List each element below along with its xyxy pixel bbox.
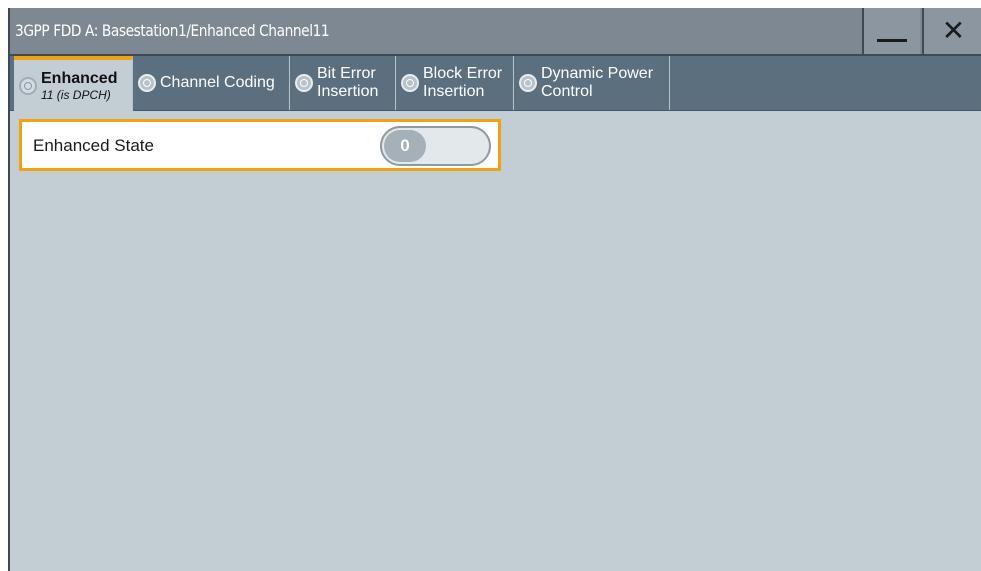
tab-dynamic-power-control[interactable]: Dynamic Power Control	[514, 56, 670, 110]
window-title: 3GPP FDD A: Basestation1/Enhanced Channe…	[15, 21, 330, 40]
tab-label-line2: Control	[541, 83, 593, 100]
close-icon: ✕	[941, 15, 966, 46]
radio-indicator-icon	[401, 74, 419, 92]
tab-channel-coding[interactable]: Channel Coding	[133, 56, 290, 110]
dialog-window: 3GPP FDD A: Basestation1/Enhanced Channe…	[8, 8, 981, 571]
radio-indicator-icon	[138, 74, 156, 92]
enhanced-state-label: Enhanced State	[33, 136, 154, 155]
tab-enhanced[interactable]: Enhanced 11 (is DPCH)	[14, 56, 133, 111]
tab-bit-error-insertion[interactable]: Bit Error Insertion	[290, 56, 396, 110]
tab-label-line2: Insertion	[317, 83, 379, 100]
tab-sublabel: 11 (is DPCH)	[41, 87, 111, 102]
radio-indicator-icon	[295, 74, 313, 92]
toggle-knob: 0	[384, 130, 426, 162]
minimize-icon	[877, 38, 907, 42]
tab-bar: Enhanced 11 (is DPCH) Channel Coding Bit…	[10, 56, 981, 111]
tab-label: Dynamic Power	[541, 65, 654, 82]
tab-label: Block Error	[423, 65, 503, 82]
tab-label: Channel Coding	[160, 74, 275, 91]
enhanced-state-row: Enhanced State 0	[19, 119, 501, 171]
tab-block-error-insertion[interactable]: Block Error Insertion	[396, 56, 514, 110]
minimize-button[interactable]	[862, 8, 920, 54]
title-bar: 3GPP FDD A: Basestation1/Enhanced Channe…	[10, 8, 981, 56]
enhanced-state-toggle[interactable]: 0	[380, 126, 491, 166]
radio-indicator-icon	[19, 76, 37, 95]
close-button[interactable]: ✕	[922, 8, 981, 54]
radio-indicator-icon	[519, 74, 537, 92]
tab-label: Enhanced	[41, 69, 118, 87]
tab-label: Bit Error	[317, 65, 376, 82]
tab-label-line2: Insertion	[423, 83, 485, 100]
